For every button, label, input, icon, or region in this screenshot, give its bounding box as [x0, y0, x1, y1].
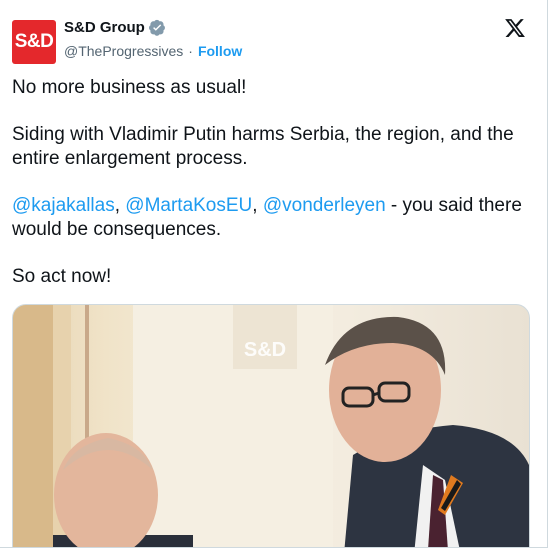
- follow-button[interactable]: Follow: [198, 43, 242, 59]
- photo-illustration: S&D: [13, 305, 529, 547]
- tweet-line-4: So act now!: [12, 266, 112, 287]
- tweet-line-3: @kajakallas, @MartaKosEU, @vonderleyen -…: [12, 194, 532, 242]
- curtain-left: [13, 305, 53, 547]
- tweet-card: S&D S&D Group @TheProgressives · Follow …: [0, 0, 548, 548]
- watermark-text: S&D: [244, 339, 286, 361]
- separator-dot: ·: [188, 43, 193, 59]
- author-name[interactable]: S&D Group: [64, 19, 145, 36]
- tweet-photo[interactable]: S&D: [12, 304, 530, 547]
- author-name-row: S&D Group: [64, 19, 166, 36]
- verified-badge-icon: [148, 19, 165, 36]
- mention-separator: ,: [114, 195, 126, 216]
- mention-martakoseu[interactable]: @MartaKosEU: [125, 195, 252, 216]
- mention-separator: ,: [252, 195, 263, 216]
- mention-kajakallas[interactable]: @kajakallas: [12, 195, 115, 216]
- author-handle[interactable]: @TheProgressives: [64, 43, 183, 59]
- tweet-line-1: No more business as usual!: [12, 77, 247, 98]
- tweet-text: No more business as usual! Siding with V…: [12, 76, 532, 312]
- x-logo-icon[interactable]: [504, 17, 526, 39]
- avatar[interactable]: S&D: [12, 20, 56, 64]
- mention-vonderleyen[interactable]: @vonderleyen: [263, 195, 386, 216]
- tweet-line-2: Siding with Vladimir Putin harms Serbia,…: [12, 124, 514, 169]
- author-handle-row: @TheProgressives · Follow: [64, 43, 242, 59]
